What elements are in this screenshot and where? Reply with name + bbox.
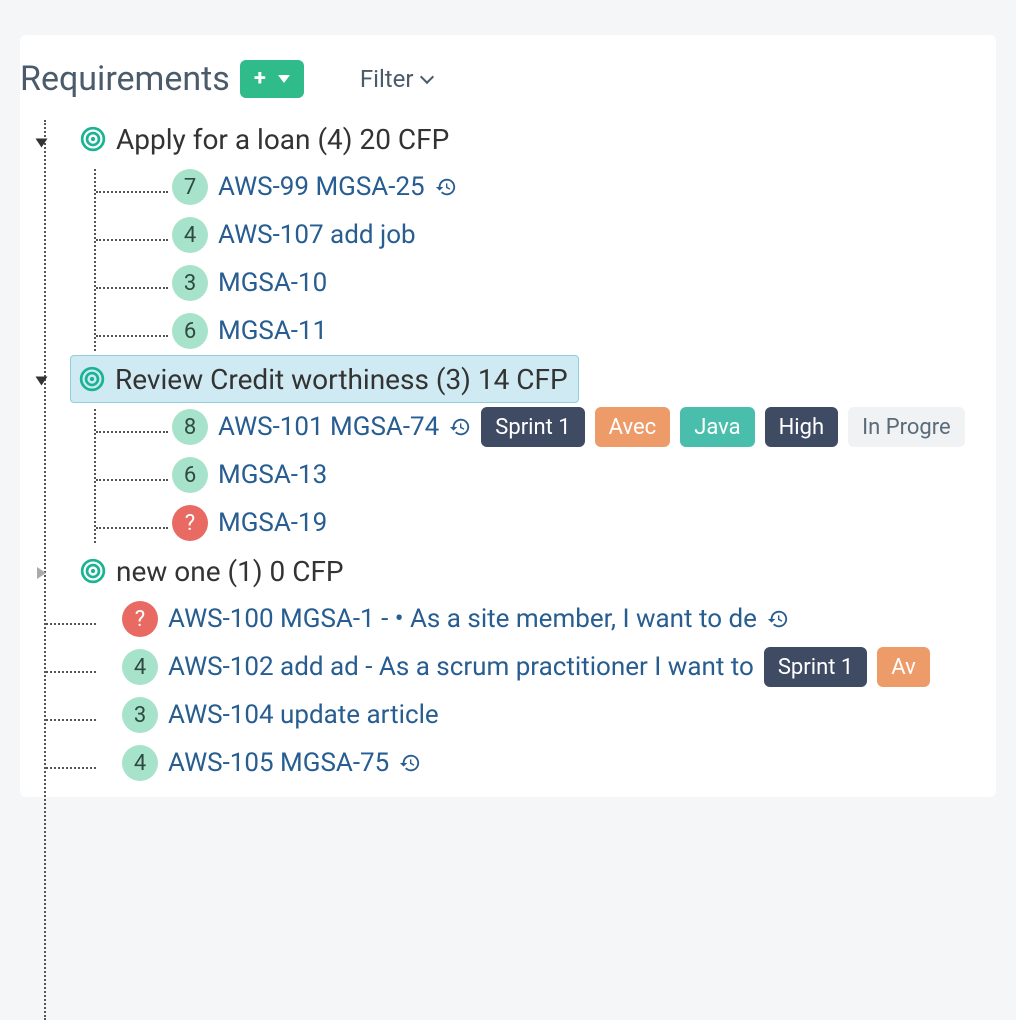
history-icon[interactable] [399,752,421,774]
requirements-tree: Apply for a loan (4) 20 CFP 7 AWS-99 MGS… [20,115,996,787]
points-badge: 4 [122,649,158,685]
tree-group[interactable]: Review Credit worthiness (3) 14 CFP [40,355,996,403]
tag-priority[interactable]: High [765,407,839,447]
item-link[interactable]: MGSA-11 [218,316,327,346]
target-icon [79,366,105,392]
item-link[interactable]: AWS-105 MGSA-75 [168,748,389,778]
item-link[interactable]: MGSA-10 [218,268,327,298]
points-badge: 4 [122,745,158,781]
item-link[interactable]: AWS-100 MGSA-1 - • As a site member, I w… [168,604,757,634]
chevron-down-icon [419,70,433,84]
item-link[interactable]: AWS-99 MGSA-25 [218,172,425,202]
filter-label: Filter [360,65,414,93]
tree-group[interactable]: new one (1) 0 CFP [80,547,996,595]
group-label: Apply for a loan (4) 20 CFP [116,123,449,156]
points-badge: 6 [172,313,208,349]
points-badge: 4 [172,217,208,253]
tree-item[interactable]: ? MGSA-19 [40,499,996,547]
points-badge: 3 [172,265,208,301]
tag-status[interactable]: In Progre [848,407,965,447]
tree-group[interactable]: Apply for a loan (4) 20 CFP [80,115,996,163]
tree-item[interactable]: ? AWS-100 MGSA-1 - • As a site member, I… [40,595,996,643]
history-icon[interactable] [449,416,471,438]
target-icon [80,126,106,152]
tree-item[interactable]: 3 MGSA-10 [40,259,996,307]
caret-icon[interactable] [36,139,48,148]
tag-sprint[interactable]: Sprint 1 [764,647,867,687]
item-link[interactable]: AWS-104 update article [168,700,439,730]
tag-java[interactable]: Java [680,407,754,447]
group-label: new one (1) 0 CFP [116,555,344,588]
points-badge: ? [122,601,158,637]
item-link[interactable]: MGSA-13 [218,460,327,490]
filter-button[interactable]: Filter [360,65,432,93]
target-icon [80,558,106,584]
tree-item[interactable]: 4 AWS-105 MGSA-75 [40,739,996,787]
tag-avec[interactable]: Av [877,647,929,687]
caret-icon[interactable] [37,567,46,579]
item-link[interactable]: AWS-101 MGSA-74 [218,412,439,442]
points-badge: ? [172,505,208,541]
points-badge: 7 [172,169,208,205]
history-icon[interactable] [767,608,789,630]
tree-item[interactable]: 3 AWS-104 update article [40,691,996,739]
item-link[interactable]: AWS-107 add job [218,220,416,250]
history-icon[interactable] [435,176,457,198]
points-badge: 6 [172,457,208,493]
plus-icon: + [254,68,266,90]
item-link[interactable]: AWS-102 add ad - As a scrum practitioner… [168,652,754,682]
tree-item[interactable]: 4 AWS-107 add job [40,211,996,259]
chevron-down-icon [278,75,290,83]
group-label: Review Credit worthiness (3) 14 CFP [115,363,568,396]
points-badge: 8 [172,409,208,445]
tree-item[interactable]: 7 AWS-99 MGSA-25 [40,163,996,211]
tree-item[interactable]: 6 MGSA-13 [40,451,996,499]
tag-sprint[interactable]: Sprint 1 [481,407,584,447]
tag-avec[interactable]: Avec [595,407,671,447]
page-title: Requirements [20,59,230,99]
item-link[interactable]: MGSA-19 [218,508,327,538]
tree-item[interactable]: 4 AWS-102 add ad - As a scrum practition… [40,643,996,691]
caret-icon[interactable] [36,377,48,386]
points-badge: 3 [122,697,158,733]
tree-item[interactable]: 6 MGSA-11 [40,307,996,355]
add-requirement-button[interactable]: + [240,60,304,98]
tree-item[interactable]: 8 AWS-101 MGSA-74 Sprint 1 Avec Java Hig… [40,403,996,451]
